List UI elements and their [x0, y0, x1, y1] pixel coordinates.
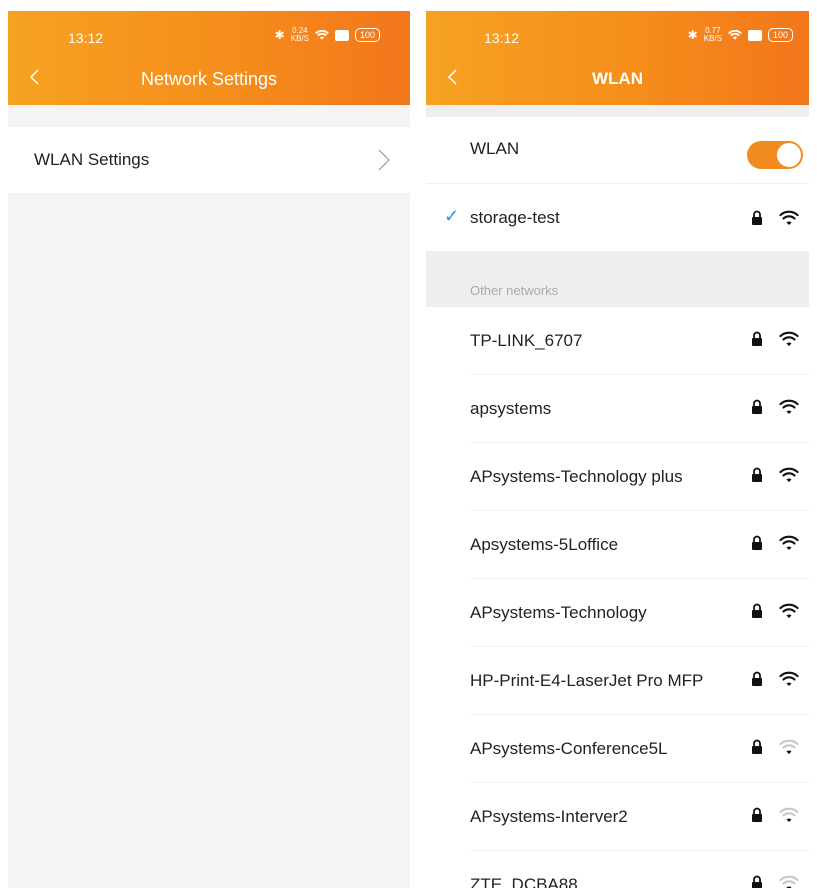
status-time: 13:12 [68, 30, 104, 46]
header-bar: 13:12 ✱ 0.24 KB/S 100 Network Settings [8, 11, 410, 105]
wifi-icon [779, 739, 799, 755]
lock-icon [751, 875, 763, 888]
other-networks-header: Other networks [426, 251, 809, 307]
wifi-icon [779, 210, 799, 226]
connected-ssid: storage-test [470, 208, 560, 227]
network-settings-screen: 13:12 ✱ 0.24 KB/S 100 Network Settings W… [8, 11, 410, 888]
network-ssid: APsystems-Interver2 [470, 807, 628, 826]
header-bar: 13:12 ✱ 0.77 KB/S 100 WLAN [426, 11, 809, 105]
wlan-screen: 13:12 ✱ 0.77 KB/S 100 WLAN WLAN ✓ storag… [426, 11, 809, 888]
lock-icon [751, 331, 763, 347]
wlan-toggle-row: WLAN [426, 117, 809, 183]
network-speed: 0.24 KB/S [290, 26, 309, 43]
bluetooth-icon: ✱ [687, 28, 698, 42]
network-list: TP-LINK_6707 apsystems APsystems-Technolog… [426, 307, 809, 888]
wifi-icon [779, 671, 799, 687]
network-row[interactable]: Apsystems-5Loffice [426, 511, 809, 579]
network-ssid: APsystems-Conference5L [470, 739, 668, 758]
lock-icon [751, 739, 763, 755]
sim-icon [747, 29, 762, 41]
bluetooth-icon: ✱ [274, 28, 285, 42]
wlan-settings-label: WLAN Settings [34, 150, 150, 169]
network-ssid: HP-Print-E4-LaserJet Pro MFP [470, 671, 704, 690]
network-ssid: TP-LINK_6707 [470, 331, 583, 350]
battery-icon: 100 [354, 28, 380, 42]
connected-network-row[interactable]: ✓ storage-test [426, 183, 809, 252]
toggle-knob [777, 143, 801, 167]
wlan-settings-item[interactable]: WLAN Settings [8, 127, 410, 193]
wifi-status-icon [728, 29, 742, 40]
status-icons: ✱ 0.24 KB/S 100 [275, 27, 380, 43]
page-title: WLAN [592, 69, 643, 88]
network-ssid: APsystems-Technology [470, 603, 647, 622]
page-title: Network Settings [140, 69, 278, 89]
wifi-icon [779, 331, 799, 347]
network-row[interactable]: ZTE_DCBA88 [426, 851, 809, 888]
network-ssid: ZTE_DCBA88 [470, 875, 578, 888]
check-icon: ✓ [444, 206, 460, 226]
lock-icon [751, 399, 763, 415]
network-row[interactable]: APsystems-Conference5L [426, 715, 809, 783]
network-row[interactable]: APsystems-Technology plus [426, 443, 809, 511]
wifi-icon [779, 399, 799, 415]
wlan-toggle-switch[interactable] [747, 141, 803, 169]
network-row[interactable]: apsystems [426, 375, 809, 443]
network-speed: 0.77 KB/S [703, 26, 722, 43]
status-time: 13:12 [484, 30, 520, 46]
section-gap [426, 105, 809, 117]
other-networks-label: Other networks [470, 283, 559, 298]
lock-icon [751, 807, 763, 823]
wifi-icon [779, 467, 799, 483]
network-row[interactable]: HP-Print-E4-LaserJet Pro MFP [426, 647, 809, 715]
lock-icon [751, 671, 763, 687]
lock-icon [751, 535, 763, 551]
wlan-toggle-label: WLAN [470, 139, 520, 158]
status-icons: ✱ 0.77 KB/S 100 [688, 27, 793, 43]
network-row[interactable]: APsystems-Technology [426, 579, 809, 647]
battery-icon: 100 [767, 28, 793, 42]
chevron-right-icon [378, 149, 390, 176]
wifi-icon [779, 535, 799, 551]
wifi-icon [779, 875, 799, 888]
network-row[interactable]: TP-LINK_6707 [426, 307, 809, 375]
wifi-status-icon [315, 29, 329, 40]
wifi-icon [779, 807, 799, 823]
section-gap [8, 105, 410, 127]
network-ssid: Apsystems-5Loffice [470, 535, 619, 554]
network-ssid: APsystems-Technology plus [470, 467, 683, 486]
lock-icon [751, 603, 763, 619]
lock-icon [751, 210, 763, 226]
sim-icon [334, 29, 349, 41]
network-row[interactable]: APsystems-Interver2 [426, 783, 809, 851]
wifi-icon [779, 603, 799, 619]
lock-icon [751, 467, 763, 483]
network-ssid: apsystems [470, 399, 552, 418]
